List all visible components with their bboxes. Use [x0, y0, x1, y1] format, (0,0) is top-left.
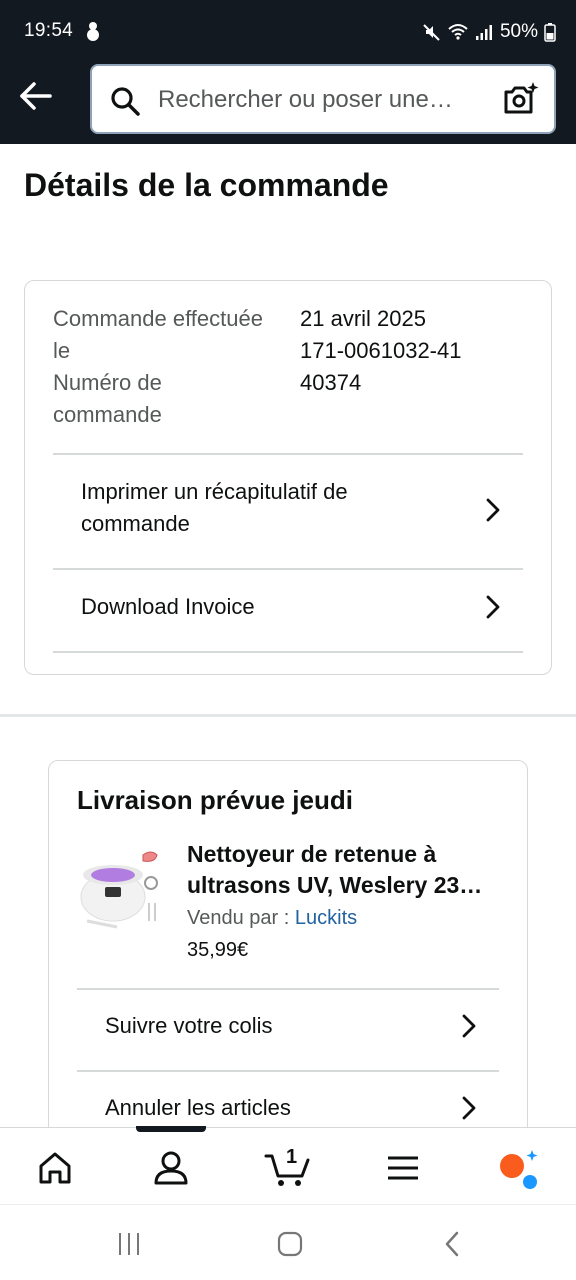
- status-icons: 50%: [422, 20, 556, 44]
- back-arrow-icon[interactable]: [16, 76, 56, 116]
- system-back-icon[interactable]: [438, 1229, 468, 1259]
- divider: [53, 651, 523, 653]
- search-input[interactable]: [158, 76, 498, 124]
- home-icon[interactable]: [33, 1146, 77, 1190]
- battery-percent: 50%: [499, 21, 538, 42]
- download-invoice-link[interactable]: Download Invoice: [53, 571, 523, 651]
- order-date-label: Commande effectuée le: [53, 306, 263, 363]
- status-bar: 19:54 50%: [0, 0, 576, 62]
- print-summary-label: Imprimer un récapitulatif de commande: [81, 479, 348, 536]
- product-title[interactable]: Nettoyeur de retenue à ultrasons UV, Wes…: [187, 839, 507, 901]
- system-nav-bar: [0, 1204, 576, 1280]
- order-values: 21 avril 2025 171-0061032-4140374: [300, 303, 500, 399]
- search-bar[interactable]: [90, 64, 556, 134]
- order-number-label: Numéro de commande: [53, 370, 162, 427]
- chevron-right-icon: [486, 595, 500, 619]
- battery-icon: [544, 23, 556, 42]
- wifi-icon: [448, 24, 468, 40]
- track-package-label: Suivre votre colis: [105, 1013, 273, 1038]
- home-button-icon[interactable]: [275, 1229, 305, 1259]
- product-image[interactable]: [77, 841, 169, 933]
- cart-count-badge: 1: [286, 1146, 298, 1168]
- divider: [53, 568, 523, 570]
- order-summary-card: Commande effectuée le Numéro de commande…: [24, 280, 552, 675]
- menu-icon[interactable]: [381, 1146, 425, 1190]
- chevron-right-icon: [486, 498, 500, 522]
- account-icon[interactable]: [149, 1146, 193, 1190]
- track-package-link[interactable]: Suivre votre colis: [77, 990, 499, 1070]
- section-separator: [0, 714, 576, 717]
- print-summary-link[interactable]: Imprimer un récapitulatif de commande: [53, 456, 523, 568]
- delivery-title: Livraison prévue jeudi: [77, 785, 353, 815]
- order-labels: Commande effectuée le Numéro de commande: [53, 303, 273, 431]
- recent-apps-icon[interactable]: [114, 1229, 144, 1259]
- snowman-notification-icon: [87, 22, 99, 41]
- order-date-value: 21 avril 2025: [300, 306, 426, 331]
- chevron-right-icon: [462, 1096, 476, 1120]
- order-number-value: 171-0061032-4140374: [300, 338, 462, 395]
- divider: [53, 453, 523, 455]
- camera-lens-icon[interactable]: [502, 80, 540, 118]
- download-invoice-label: Download Invoice: [81, 594, 255, 619]
- rufus-assistant-icon[interactable]: [496, 1146, 540, 1190]
- page-title: Détails de la commande: [24, 167, 389, 203]
- delivery-card: Livraison prévue jeudi Nettoyeur de rete…: [48, 760, 528, 1180]
- cancel-items-label: Annuler les articles: [105, 1095, 291, 1120]
- sold-by: Vendu par : Luckits: [187, 907, 357, 930]
- chevron-right-icon: [462, 1014, 476, 1038]
- seller-link[interactable]: Luckits: [295, 907, 357, 929]
- search-icon[interactable]: [110, 86, 140, 116]
- signal-icon: [475, 25, 492, 40]
- active-tab-indicator: [136, 1126, 206, 1132]
- sold-by-label: Vendu par :: [187, 907, 295, 929]
- mute-icon: [423, 24, 440, 41]
- status-time: 19:54: [24, 20, 74, 41]
- product-price: 35,99€: [187, 939, 249, 961]
- app-header: [0, 62, 576, 144]
